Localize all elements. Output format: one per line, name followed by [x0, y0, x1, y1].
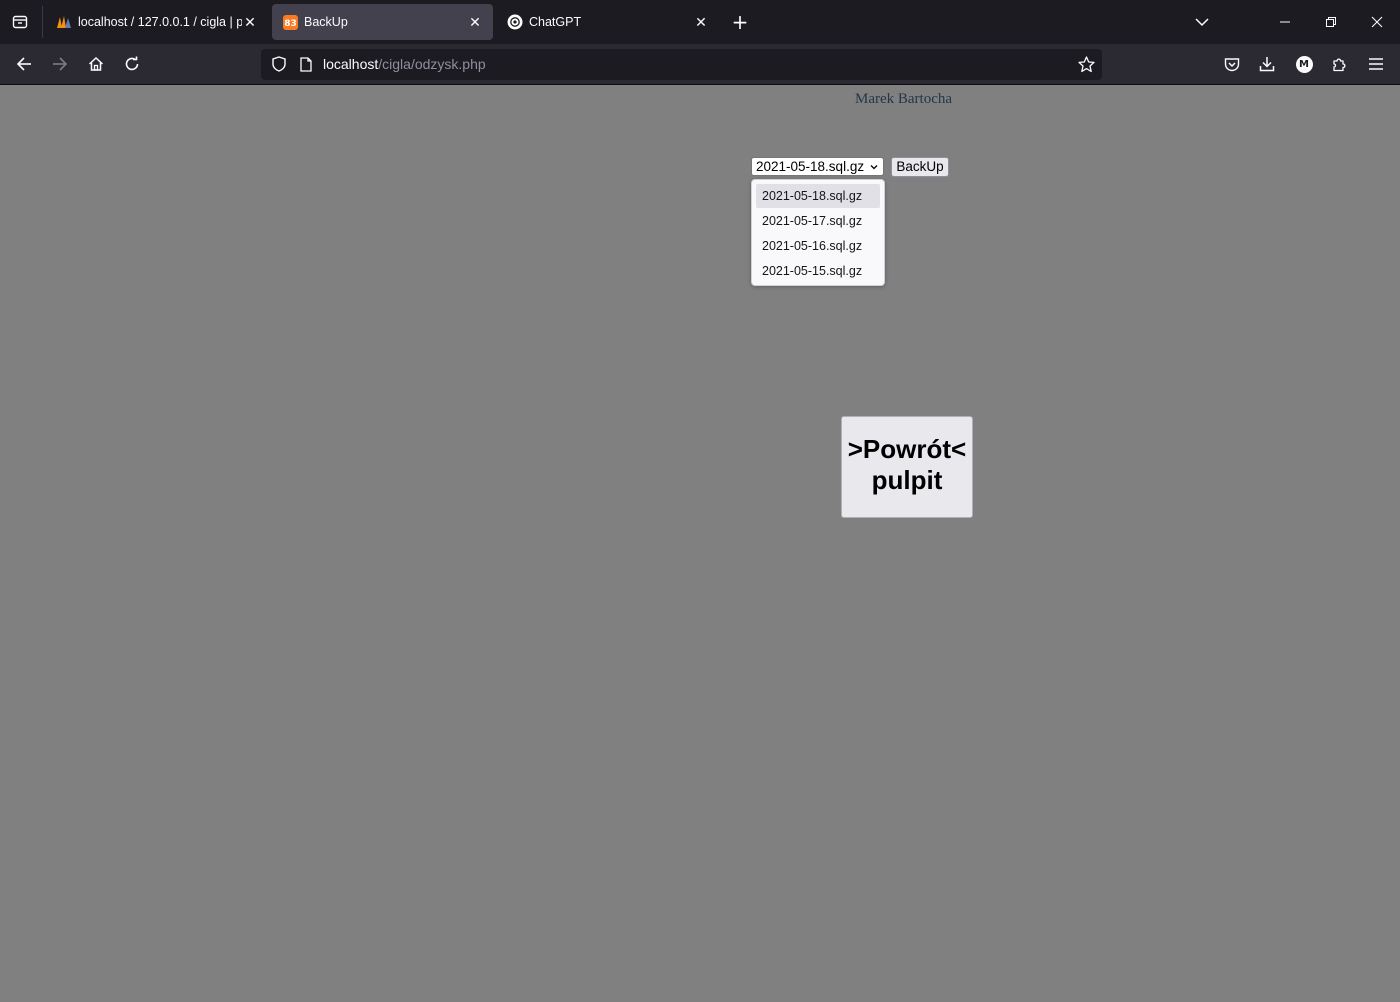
url-path: /cigla/odzysk.php [378, 56, 486, 72]
profile-initial: M [1295, 55, 1313, 73]
chevron-down-icon [869, 159, 879, 179]
new-tab-icon[interactable]: + [728, 10, 752, 34]
backup-button[interactable]: BackUp [891, 157, 949, 177]
svg-text:83: 83 [284, 19, 297, 29]
tab-backup[interactable]: 83 BackUp ✕ [272, 4, 493, 40]
tracking-shield-icon[interactable] [267, 52, 291, 76]
restore-icon[interactable] [1319, 10, 1343, 34]
nav-bar: localhost/cigla/odzysk.php M [0, 44, 1400, 85]
forward-arrow-icon[interactable] [48, 52, 72, 76]
select-option[interactable]: 2021-05-15.sql.gz [756, 259, 880, 283]
return-button-line2: pulpit [871, 465, 943, 495]
close-icon[interactable]: ✕ [693, 14, 709, 30]
url-bar[interactable]: localhost/cigla/odzysk.php [261, 49, 1102, 80]
firefox-view-icon[interactable] [8, 10, 32, 34]
tab-title: ChatGPT [529, 15, 582, 29]
list-all-tabs-icon[interactable] [1190, 10, 1214, 34]
page-content: Marek Bartocha 2021-05-18.sql.gz BackUp … [0, 85, 1400, 1002]
divider [42, 6, 43, 38]
tab-title: localhost / 127.0.0.1 / cigla | php [78, 15, 242, 29]
tab-bar: localhost / 127.0.0.1 / cigla | php ✕ 83… [0, 0, 1400, 44]
select-option[interactable]: 2021-05-18.sql.gz [756, 184, 880, 208]
pocket-icon[interactable] [1220, 52, 1244, 76]
select-option[interactable]: 2021-05-17.sql.gz [756, 209, 880, 233]
tab-phpmyadmin[interactable]: localhost / 127.0.0.1 / cigla | php ✕ [46, 4, 268, 40]
phpmyadmin-icon [56, 14, 72, 30]
return-button-line1: >Powrót< [847, 434, 967, 464]
home-icon[interactable] [84, 52, 108, 76]
backup-file-select[interactable]: 2021-05-18.sql.gz [751, 157, 884, 176]
url-text[interactable]: localhost/cigla/odzysk.php [323, 56, 486, 72]
minimize-icon[interactable] [1273, 10, 1297, 34]
openai-icon [507, 14, 523, 30]
window-close-icon[interactable] [1365, 10, 1389, 34]
select-option[interactable]: 2021-05-16.sql.gz [756, 234, 880, 258]
select-dropdown-list: 2021-05-18.sql.gz 2021-05-17.sql.gz 2021… [751, 179, 885, 286]
page-info-icon[interactable] [294, 52, 318, 76]
url-host: localhost [323, 56, 379, 72]
bookmark-star-icon[interactable] [1074, 52, 1098, 76]
reload-icon[interactable] [120, 52, 144, 76]
author-name: Marek Bartocha [855, 91, 953, 107]
tab-title: BackUp [304, 15, 348, 29]
close-icon[interactable]: ✕ [242, 14, 258, 30]
extensions-puzzle-icon[interactable] [1328, 52, 1352, 76]
back-arrow-icon[interactable] [12, 52, 36, 76]
account-avatar[interactable]: M [1292, 52, 1316, 76]
tab-chatgpt[interactable]: ChatGPT ✕ [497, 4, 719, 40]
downloads-icon[interactable] [1255, 52, 1279, 76]
menu-hamburger-icon[interactable] [1364, 52, 1388, 76]
close-icon[interactable]: ✕ [467, 14, 483, 30]
xampp-icon: 83 [282, 14, 298, 30]
select-value: 2021-05-18.sql.gz [756, 159, 865, 174]
return-to-dashboard-button[interactable]: >Powrót< pulpit [841, 416, 973, 518]
